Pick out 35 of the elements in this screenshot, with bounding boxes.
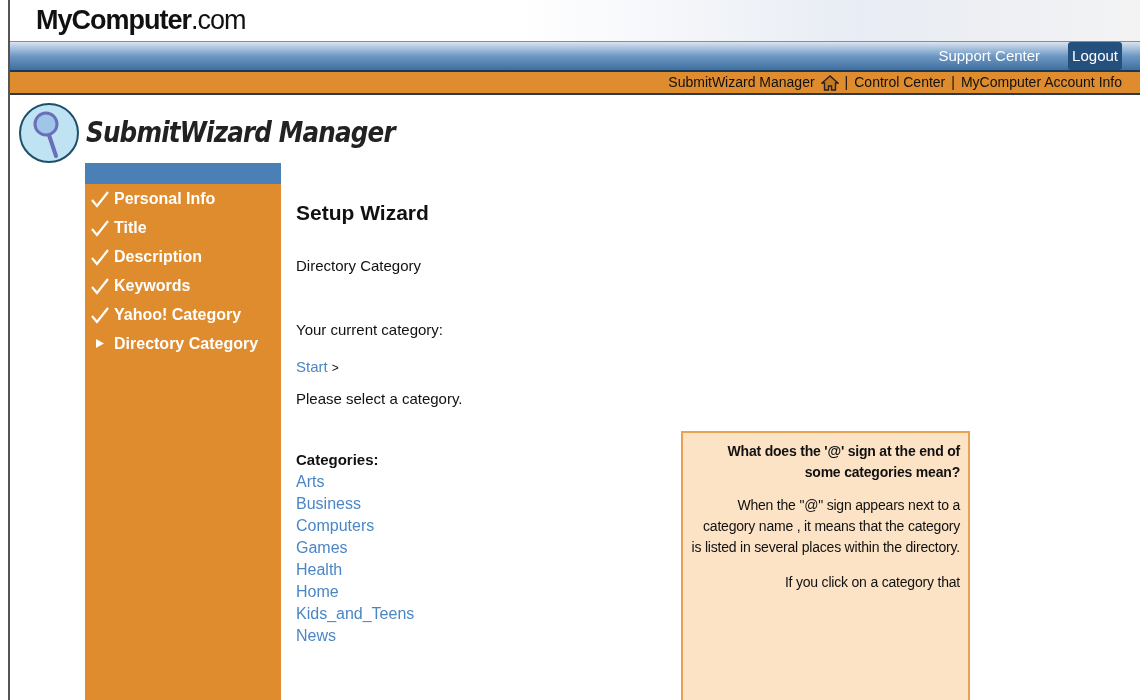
nav-link[interactable]: MyComputer Account Info bbox=[960, 72, 1122, 93]
category-link[interactable]: Arts bbox=[296, 473, 325, 490]
sidebar-step[interactable]: Personal Info bbox=[114, 186, 216, 211]
categories-label: Categories: bbox=[296, 449, 380, 470]
nav-link[interactable]: Control Center bbox=[854, 72, 946, 93]
category-link[interactable]: Games bbox=[296, 539, 348, 556]
logo-text: MyComputer.com bbox=[36, 4, 246, 37]
category-link[interactable]: Computers bbox=[296, 517, 375, 534]
category-link[interactable]: Kids_and_Teens bbox=[296, 605, 415, 622]
current-category-label: Your current category: bbox=[296, 320, 445, 340]
home-icon[interactable] bbox=[820, 74, 839, 91]
sidebar-step[interactable]: Keywords bbox=[114, 273, 191, 298]
nav-link[interactable]: SubmitWizard Manager bbox=[668, 72, 815, 93]
breadcrumb-link[interactable]: Start bbox=[296, 357, 328, 375]
help-text: If you click on a category that bbox=[783, 573, 960, 592]
sidebar-step[interactable]: Yahoo! Category bbox=[114, 302, 242, 327]
help-title: What does the '@' sign at the end of some categories mean? bbox=[726, 442, 960, 482]
page-heading: Setup Wizard bbox=[296, 200, 430, 226]
sidebar-step[interactable]: Description bbox=[114, 244, 202, 269]
app-title: SubmitWizard Manager bbox=[86, 114, 395, 152]
nav-separator: | bbox=[951, 73, 955, 92]
sidebar-step[interactable]: Title bbox=[114, 215, 147, 240]
category-link[interactable]: Home bbox=[296, 583, 339, 600]
logout-button[interactable]: Logout bbox=[1068, 41, 1122, 70]
category-link[interactable]: News bbox=[296, 627, 336, 644]
header-link[interactable]: Support Center bbox=[934, 41, 1045, 70]
section-label: Directory Category bbox=[296, 255, 423, 276]
help-text: When the "@" sign appears next to a category name , it means that the category is listed in several places within the directory. bbox=[691, 496, 960, 557]
breadcrumb-separator: > bbox=[331, 360, 339, 375]
magnifier-icon bbox=[18, 102, 80, 164]
nav-separator: | bbox=[844, 73, 849, 92]
category-link[interactable]: Health bbox=[296, 561, 343, 578]
instruction-text: Please select a category. bbox=[296, 389, 464, 409]
category-link[interactable]: Business bbox=[296, 495, 361, 512]
sidebar-step[interactable]: Directory Category bbox=[114, 331, 259, 356]
